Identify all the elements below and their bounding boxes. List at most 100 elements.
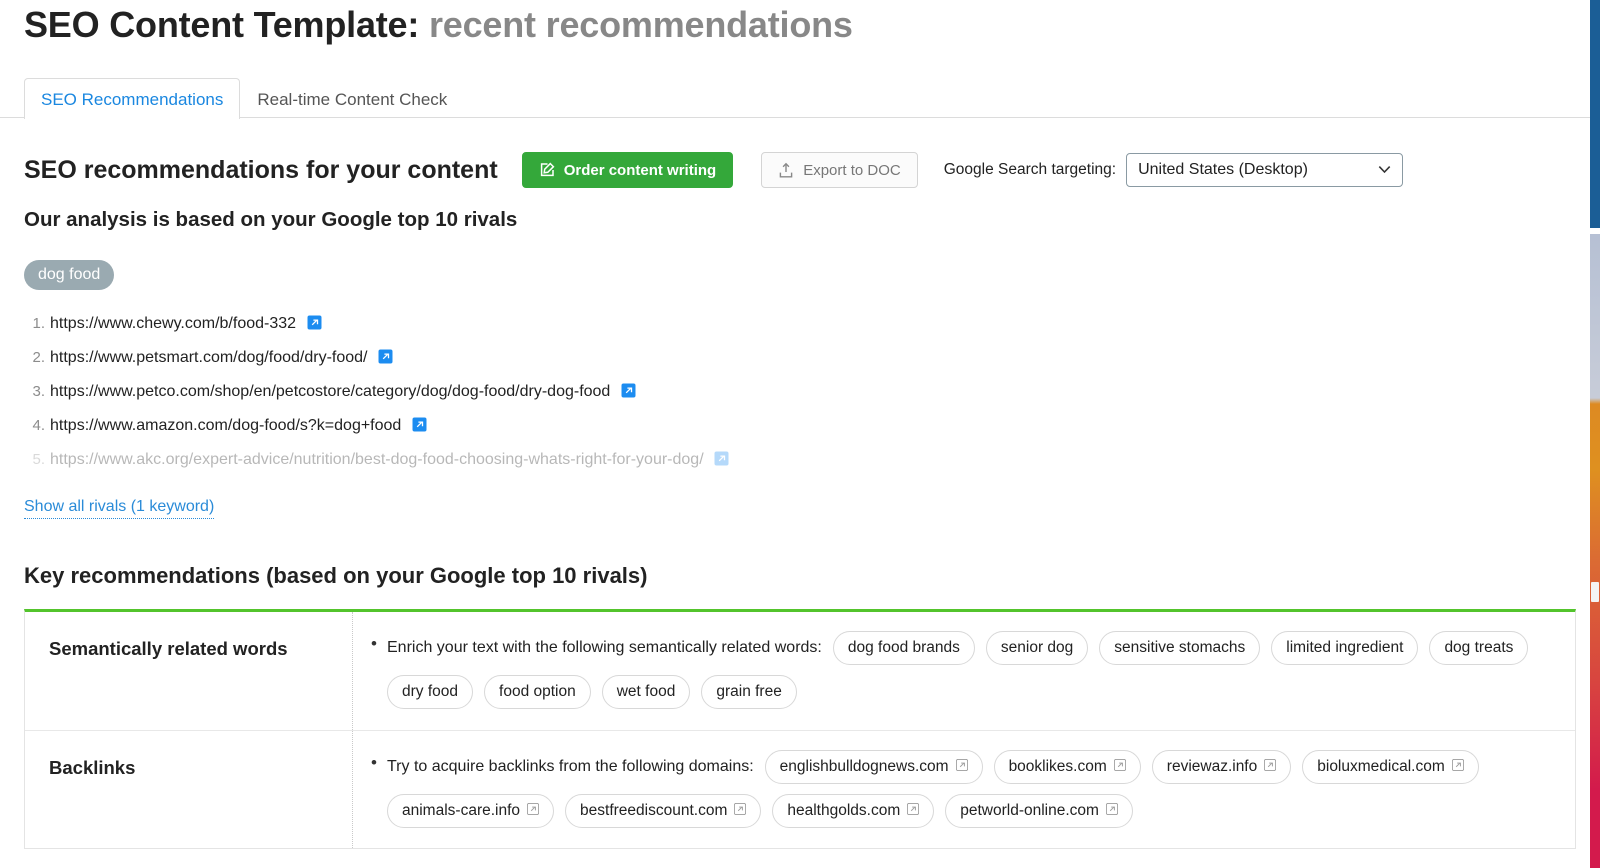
page-minimap-strip[interactable] [1590,0,1600,868]
external-link-icon[interactable] [1451,758,1464,775]
list-item: https://www.petsmart.com/dog/food/dry-fo… [25,342,1576,376]
external-link-icon[interactable] [378,344,393,376]
list-item: https://www.chewy.com/b/food-332 [25,308,1576,342]
chip-domain[interactable]: animals-care.info [387,793,555,828]
row-label-semantically-related-words: Semantically related words [25,611,353,730]
list-item: https://www.amazon.com/dog-food/s?k=dog+… [25,410,1576,444]
targeting-label: Google Search targeting: [943,161,1117,178]
page-title-sub: recent recommendations [428,4,853,45]
table-row: Semantically related words Enrich your t… [25,611,1575,730]
chip-label: sensitive stomachs [1114,638,1246,656]
chip-keyword[interactable]: limited ingredient [1271,630,1419,665]
chip-label: dry food [402,682,459,700]
upload-icon [778,162,794,179]
chip-label: englishbulldognews.com [779,757,949,775]
rival-url[interactable]: https://www.petco.com/shop/en/petcostore… [50,383,610,400]
rivals-list: https://www.chewy.com/b/food-332 https:/… [0,308,1600,478]
chip-label: bioluxmedical.com [1317,757,1445,775]
tab-label: SEO Recommendations [41,89,224,109]
external-link-icon[interactable] [1113,758,1126,775]
chip-keyword[interactable]: food option [484,674,591,709]
rival-url[interactable]: https://www.akc.org/expert-advice/nutrit… [50,451,704,468]
section-title: SEO recommendations for your content [24,155,498,184]
chip-keyword[interactable]: dog treats [1429,630,1529,665]
main-content: SEO recommendations for your content Ord… [0,118,1600,849]
recommendation-lead: Enrich your text with the following sema… [387,638,822,656]
external-link-icon[interactable] [307,310,322,342]
chip-label: animals-care.info [402,801,521,819]
chip-label: senior dog [1000,638,1074,656]
chip-label: booklikes.com [1008,757,1107,775]
row-body: Try to acquire backlinks from the follow… [353,731,1575,848]
chip-label: bestfreediscount.com [580,801,728,819]
chip-domain[interactable]: reviewaz.info [1151,749,1292,784]
chip-keyword[interactable]: sensitive stomachs [1099,630,1261,665]
chip-label: food option [499,682,576,700]
row-label-backlinks: Backlinks [25,730,353,848]
tab-seo-recommendations[interactable]: SEO Recommendations [24,78,241,120]
minimap-scroll-thumb[interactable] [1591,582,1599,602]
tab-bar: SEO Recommendations Real-time Content Ch… [0,78,1600,120]
chip-keyword[interactable]: grain free [701,674,797,709]
row-body: Enrich your text with the following sema… [353,612,1575,730]
chip-label: petworld-online.com [960,801,1099,819]
chip-keyword[interactable]: wet food [601,674,691,709]
external-link-icon[interactable] [907,802,920,819]
external-link-icon[interactable] [955,758,968,775]
export-to-doc-label: Export to DOC [803,161,901,179]
order-content-writing-label: Order content writing [563,161,717,179]
table-row: Backlinks Try to acquire backlinks from … [25,729,1575,848]
recommendation-line: Try to acquire backlinks from the follow… [371,749,1557,828]
chevron-down-icon [1378,161,1391,179]
chip-label: limited ingredient [1286,638,1404,656]
external-link-icon[interactable] [621,378,636,410]
chip-keyword[interactable]: dog food brands [832,630,975,665]
targeting-select[interactable]: United States (Desktop) [1126,153,1404,187]
chip-label: dog treats [1444,638,1514,656]
rival-url[interactable]: https://www.chewy.com/b/food-332 [50,315,296,332]
list-item: https://www.akc.org/expert-advice/nutrit… [25,444,1576,478]
chip-domain[interactable]: healthgolds.com [772,793,935,828]
chip-domain[interactable]: booklikes.com [993,749,1141,784]
targeting-selected-value: United States (Desktop) [1138,161,1308,178]
show-all-rivals-link[interactable]: Show all rivals (1 keyword) [24,497,215,519]
page-title-main: SEO Content Template: [24,4,420,45]
chip-label: healthgolds.com [787,801,901,819]
rival-url[interactable]: https://www.amazon.com/dog-food/s?k=dog+… [50,417,401,434]
google-search-targeting: Google Search targeting: United States (… [944,153,1576,187]
list-item: https://www.petco.com/shop/en/petcostore… [25,376,1576,410]
chip-domain[interactable]: bestfreediscount.com [565,793,762,828]
chip-label: grain free [716,682,782,700]
minimap-divider [1590,228,1600,234]
chip-label: wet food [616,682,676,700]
chip-label: reviewaz.info [1166,757,1258,775]
compose-icon [539,162,555,178]
chip-keyword[interactable]: senior dog [985,630,1089,665]
tab-label: Real-time Content Check [257,89,448,109]
external-link-icon[interactable] [526,802,540,819]
page-root: SEO Content Template: recent recommendat… [0,0,1600,868]
chip-domain[interactable]: bioluxmedical.com [1302,749,1479,784]
external-link-icon[interactable] [412,412,427,444]
export-to-doc-button[interactable]: Export to DOC [761,152,918,188]
recommendations-table: Semantically related words Enrich your t… [24,608,1576,849]
chip-label: dog food brands [847,638,960,656]
external-link-icon[interactable] [714,446,729,478]
rival-url[interactable]: https://www.petsmart.com/dog/food/dry-fo… [50,349,367,366]
key-recommendations-title: Key recommendations (based on your Googl… [24,562,648,588]
analysis-subtitle: Our analysis is based on your Google top… [24,208,518,231]
keyword-pill-row: dog food [0,259,1600,291]
keyword-pill-dog-food[interactable]: dog food [24,259,115,291]
recommendation-lead: Try to acquire backlinks from the follow… [387,757,754,775]
page-title: SEO Content Template: recent recommendat… [24,0,853,52]
chip-keyword[interactable]: dry food [387,674,474,709]
recommendation-line: Enrich your text with the following sema… [371,630,1557,709]
external-link-icon[interactable] [1264,758,1277,775]
toolbar: SEO recommendations for your content Ord… [0,152,1600,188]
chip-domain[interactable]: petworld-online.com [945,793,1133,828]
order-content-writing-button[interactable]: Order content writing [521,152,734,188]
tab-real-time-content-check[interactable]: Real-time Content Check [240,78,464,119]
chip-domain[interactable]: englishbulldognews.com [764,749,983,784]
external-link-icon[interactable] [1105,802,1118,819]
external-link-icon[interactable] [734,802,747,819]
